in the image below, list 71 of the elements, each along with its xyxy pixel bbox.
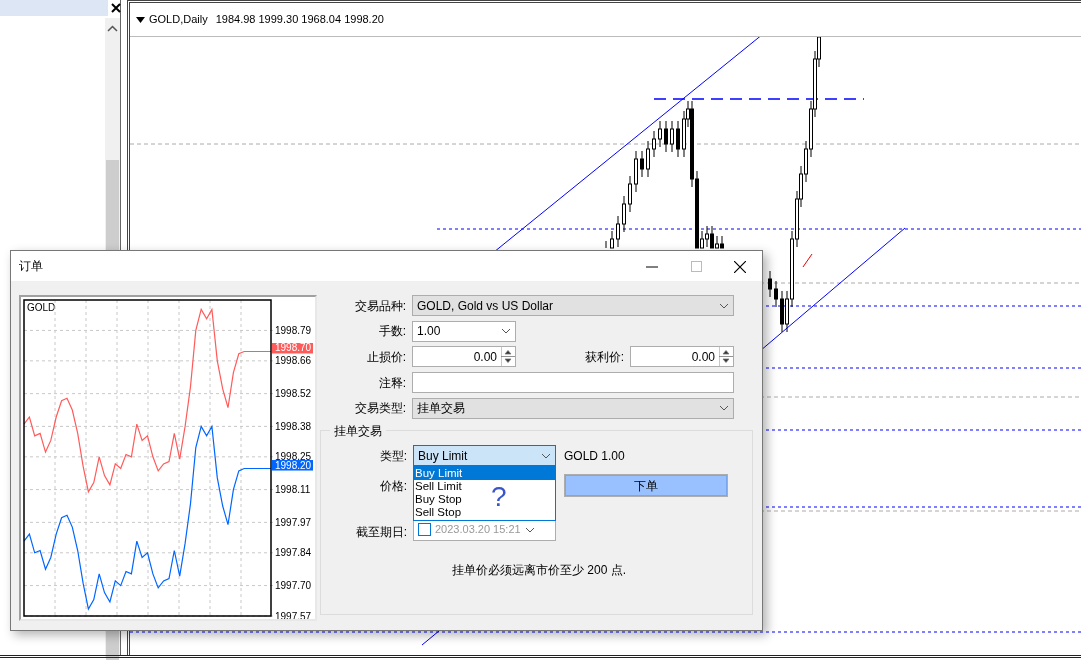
axis-tick-label: 1998.38 [275,420,312,432]
price-tag: 1998.70 [272,342,313,354]
axis-tick-label: 1997.97 [275,516,312,528]
axis-tick-label: 1998.52 [275,388,312,400]
candlestick [664,120,668,153]
spinner-icon[interactable] [719,347,733,367]
axis-tick-label: 1997.57 [275,610,312,619]
field-label: 止损价: [365,349,407,366]
expiry-date-value: 2023.03.20 15:21 [435,522,521,538]
candlestick [640,150,644,178]
field-label: 价格: [378,477,408,495]
chevron-icon [524,526,535,533]
group-title: 挂单交易 [333,424,383,437]
axis-tick-label: 1997.70 [275,580,312,592]
chart-symbol: GOLD,Daily [149,12,208,28]
candlestick [652,130,656,158]
maximize-icon [690,261,702,273]
close-icon [734,260,746,273]
order-type-menu[interactable]: Buy Limit Sell Limit Buy Stop Sell Stop ? [413,466,556,522]
dropdown-option[interactable]: Buy Limit [414,467,555,481]
chart-title: GOLD [27,302,56,313]
order-type-dropdown[interactable]: Buy Limit [413,445,556,467]
chevron-icon [501,328,511,335]
candlestick [628,175,632,213]
axis-tick-label: 1998.66 [275,355,312,367]
candlestick [622,195,626,233]
minimize-icon [646,265,658,268]
close-icon[interactable] [111,3,121,13]
candlestick [670,120,674,153]
indicator-line [802,253,813,268]
candlestick [768,270,772,298]
chevron-icon [719,405,729,412]
spinner-icon[interactable] [501,347,515,367]
axis-tick-label: 1998.11 [275,484,311,496]
symbol-lot-info: GOLD 1.00 [564,447,625,465]
field-label: 获利价: [583,349,625,366]
dropdown-icon[interactable] [136,16,145,23]
field-label: 注释: [377,374,407,392]
chevron-icon [541,452,551,459]
field-label: 类型: [378,447,408,465]
chevron-icon [719,302,729,309]
pending-order-note: 挂单价必须远离市价至少 200 点. [451,561,627,579]
candlestick [676,120,680,158]
field-label: 截至期日: [354,523,408,541]
number-field[interactable]: 0.00 [630,346,734,368]
candlestick [610,230,614,249]
dropdown[interactable]: 挂单交易 [412,397,734,419]
candlestick [774,280,778,308]
dropdown-option[interactable]: Sell Limit [414,480,462,494]
candlestick [605,240,607,249]
dropdown[interactable]: GOLD, Gold vs US Dollar [412,295,734,317]
candlestick [646,140,650,178]
field-label: 交易类型: [353,400,407,418]
place-order-button[interactable]: 下单 [565,475,727,497]
checkbox[interactable] [418,523,431,537]
axis-tick-label: 1997.84 [275,547,312,559]
field-label: 手数: [377,323,407,341]
candlestick [634,150,638,193]
price-tag: 1998.20 [272,459,313,471]
dropdown[interactable]: 1.00 [412,320,516,342]
question-mark: ? [491,483,507,512]
candlestick [616,215,620,248]
number-field[interactable]: 0.00 [412,346,516,368]
candlestick [658,120,662,148]
field-label: 交易品种: [353,297,407,315]
dropdown-option[interactable]: Sell Stop [414,506,462,520]
dropdown-option[interactable]: Buy Stop [414,493,462,507]
dialog-title: 订单 [19,258,44,275]
axis-tick-label: 1998.79 [275,324,312,336]
ohlc-values: 1984.98 1999.30 1968.04 1998.20 [215,12,384,28]
comment-field[interactable] [412,372,734,394]
